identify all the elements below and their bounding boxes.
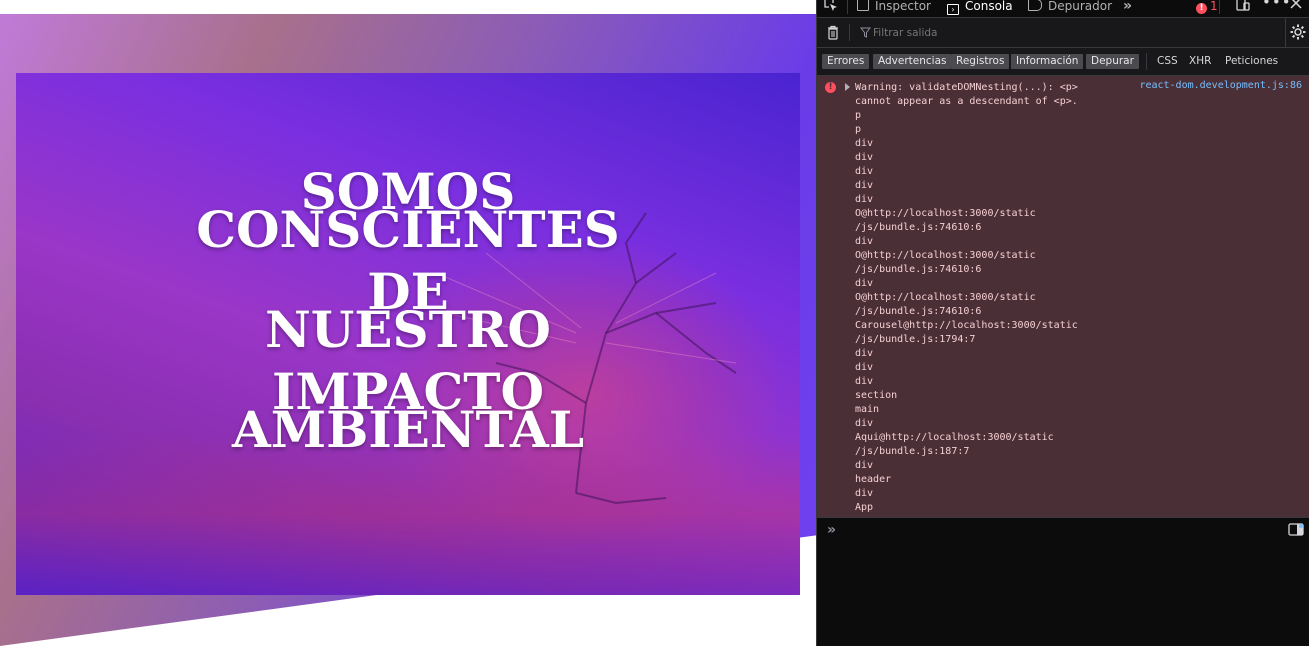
stack-trace-line: O@http://localhost:3000/static xyxy=(855,292,1036,303)
stack-trace-line: div xyxy=(855,236,874,247)
stack-trace-line: /js/bundle.js:187:7 xyxy=(855,446,970,457)
stack-trace-line: div xyxy=(855,152,874,163)
console-input-area[interactable]: » xyxy=(817,517,1309,646)
toolbar-separator xyxy=(847,0,848,14)
console-output: ! react-dom.development.js:86 Warning: v… xyxy=(817,76,1309,517)
devtools-panel: Inspector ›Consola Depurador » !1 ••• xyxy=(816,0,1309,646)
close-icon[interactable] xyxy=(1289,0,1303,13)
inspector-icon xyxy=(857,0,869,11)
console-level-bar: Errores Advertencias Registros Informaci… xyxy=(817,48,1309,76)
prompt-chevron-icon: » xyxy=(827,522,837,538)
element-picker-icon[interactable] xyxy=(823,0,839,16)
stack-trace-line: div xyxy=(855,488,874,499)
stack-trace-line: App xyxy=(855,502,874,513)
tab-debugger[interactable]: Depurador xyxy=(1028,0,1112,15)
stack-trace-line: div xyxy=(855,348,874,359)
filter-output-input[interactable] xyxy=(873,24,1273,41)
warning-text-line: Warning: validateDOMNesting(...): <p> xyxy=(855,82,1078,93)
stack-trace-line: Carousel@http://localhost:3000/static xyxy=(855,320,1078,331)
trash-icon[interactable] xyxy=(826,25,840,43)
hero-title-line: NUESTRO xyxy=(265,300,551,359)
settings-gear-icon[interactable] xyxy=(1290,24,1306,43)
filter-icon xyxy=(859,27,872,41)
toolbar-separator xyxy=(1146,53,1147,70)
error-icon: ! xyxy=(1196,3,1207,14)
toolbar-separator xyxy=(1285,18,1286,47)
stack-trace-line: p xyxy=(855,110,862,121)
stack-trace-line: /js/bundle.js:74610:6 xyxy=(855,264,982,275)
tab-console[interactable]: › Consola xyxy=(947,0,1013,15)
stack-trace-line: /js/bundle.js:74610:6 xyxy=(855,306,982,317)
filter-logs-button[interactable]: Registros xyxy=(951,54,1010,69)
message-source-link[interactable]: react-dom.development.js:86 xyxy=(1139,80,1302,91)
filter-info-button[interactable]: Información xyxy=(1011,54,1084,69)
stack-trace-line: div xyxy=(855,180,874,191)
stack-trace-line: /js/bundle.js:1794:7 xyxy=(855,334,976,345)
stack-trace-line: div xyxy=(855,460,874,471)
console-error-message[interactable]: ! react-dom.development.js:86 Warning: v… xyxy=(817,76,1309,517)
filter-requests-button[interactable]: Peticiones xyxy=(1225,54,1278,69)
filter-errors-button[interactable]: Errores xyxy=(822,54,870,69)
stack-trace-line: div xyxy=(855,278,874,289)
stack-trace-line: div xyxy=(855,166,874,177)
debugger-icon xyxy=(1028,0,1042,11)
stack-trace-line: div xyxy=(855,376,874,387)
tab-console-label: Consola xyxy=(965,0,1013,13)
stack-trace-line: Aqui@http://localhost:3000/static xyxy=(855,432,1054,443)
error-icon: ! xyxy=(825,82,836,93)
error-count: 1 xyxy=(1210,0,1218,13)
hero-title-line: AMBIENTAL xyxy=(231,400,585,459)
toolbar-separator xyxy=(1219,0,1220,14)
stack-trace-line: p xyxy=(855,124,862,135)
toolbar-separator xyxy=(849,24,850,41)
stack-trace-line: div xyxy=(855,418,874,429)
tab-inspector[interactable]: Inspector xyxy=(857,0,931,15)
error-count-badge[interactable]: ! 1 xyxy=(1196,0,1218,15)
expand-arrow-icon[interactable] xyxy=(844,82,852,95)
devtools-toolbar: Inspector › Consola Depurador » ! 1 ••• xyxy=(817,0,1309,18)
stack-trace-line: section xyxy=(855,390,898,401)
stack-trace-line: header xyxy=(855,474,892,485)
web-page: SOMOS CONSCIENTES DE NUESTRO IMPACTO AMB… xyxy=(0,0,816,646)
responsive-design-icon[interactable] xyxy=(1235,0,1251,16)
filter-debug-button[interactable]: Depurar xyxy=(1086,54,1139,69)
filter-css-button[interactable]: CSS xyxy=(1157,54,1178,69)
stack-trace-line: div xyxy=(855,138,874,149)
stack-trace-line: div xyxy=(855,194,874,205)
more-options-icon[interactable]: ••• xyxy=(1262,0,1292,11)
tab-inspector-label: Inspector xyxy=(875,0,931,13)
stack-trace-line: /js/bundle.js:74610:6 xyxy=(855,222,982,233)
more-tabs-chevron-icon[interactable]: » xyxy=(1123,0,1132,15)
tab-debugger-label: Depurador xyxy=(1048,0,1113,13)
stack-trace-line: main xyxy=(855,404,880,415)
console-filter-bar xyxy=(817,18,1309,48)
hero-title-line: CONSCIENTES xyxy=(196,200,620,259)
editor-mode-icon[interactable] xyxy=(1288,523,1304,540)
stack-trace-line: O@http://localhost:3000/static xyxy=(855,250,1036,261)
filter-xhr-button[interactable]: XHR xyxy=(1189,54,1211,69)
warning-text-line: cannot appear as a descendant of <p>. xyxy=(855,96,1078,107)
console-icon: › xyxy=(947,4,959,15)
stack-trace-line: div xyxy=(855,362,874,373)
filter-warnings-button[interactable]: Advertencias xyxy=(873,54,952,69)
stack-trace-line: O@http://localhost:3000/static xyxy=(855,208,1036,219)
